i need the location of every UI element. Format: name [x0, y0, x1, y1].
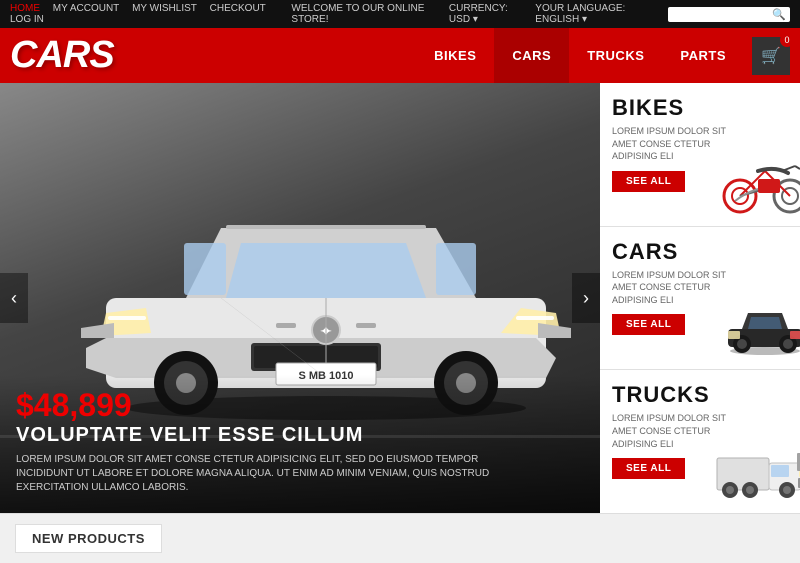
topbar-login[interactable]: LOG IN [10, 14, 44, 25]
topbar-account[interactable]: MY ACCOUNT [53, 3, 120, 14]
logo-text: CARS [10, 34, 114, 76]
sidebar-bikes-content: BIKES LOREM IPSUM DOLOR SITAMET CONSE CT… [600, 83, 800, 226]
trucks-see-all-button[interactable]: SEE ALL [612, 458, 685, 479]
sidebar-cars-content: CARS LOREM IPSUM DOLOR SITAMET CONSE CTE… [600, 227, 800, 370]
sidebar-bikes-desc: LOREM IPSUM DOLOR SITAMET CONSE CTETURAD… [612, 125, 788, 163]
bottom-section: NEW PRODUCTS [0, 513, 800, 563]
slider-next-button[interactable]: › [572, 273, 600, 323]
sidebar-trucks-title: TRUCKS [612, 382, 788, 408]
hero-price: $48,899 [16, 387, 584, 424]
search-input[interactable] [672, 9, 772, 20]
main-nav: BIKES CARS TRUCKS PARTS [416, 28, 744, 83]
sidebar-cars-title: CARS [612, 239, 788, 265]
cart-count: 0 [780, 33, 794, 47]
new-products-label: NEW PRODUCTS [15, 524, 162, 553]
sidebar-bikes-title: BIKES [612, 95, 788, 121]
sidebar-cars-section: CARS LOREM IPSUM DOLOR SITAMET CONSE CTE… [600, 227, 800, 371]
currency-selector[interactable]: CURRENCY: USD ▾ [449, 3, 527, 25]
topbar-links: HOME MY ACCOUNT MY WISHLIST CHECKOUT LOG… [10, 3, 291, 25]
search-box: 🔍 [668, 7, 790, 22]
bikes-see-all-button[interactable]: SEE ALL [612, 171, 685, 192]
topbar-right: WELCOME TO OUR ONLINE STORE! CURRENCY: U… [291, 3, 790, 25]
hero-slider: ✦ S MB 1010 [0, 83, 600, 513]
sidebar-trucks-section: TRUCKS LOREM IPSUM DOLOR SITAMET CONSE C… [600, 370, 800, 513]
nav-parts[interactable]: PARTS [662, 28, 744, 83]
topbar-home[interactable]: HOME [10, 3, 40, 14]
header: CARS BIKES CARS TRUCKS PARTS 🛒 0 [0, 28, 800, 83]
welcome-text: WELCOME TO OUR ONLINE STORE! [291, 3, 441, 25]
cart-button[interactable]: 🛒 0 [752, 37, 790, 75]
hero-title: VOLUPTATE VELIT ESSE CILLUM [16, 424, 584, 447]
nav-trucks[interactable]: TRUCKS [569, 28, 662, 83]
sidebar-trucks-desc: LOREM IPSUM DOLOR SITAMET CONSE CTETURAD… [612, 412, 788, 450]
nav-cars[interactable]: CARS [494, 28, 569, 83]
logo: CARS [10, 34, 416, 77]
slider-prev-button[interactable]: ‹ [0, 273, 28, 323]
language-selector[interactable]: YOUR LANGUAGE: ENGLISH ▾ [535, 3, 660, 25]
hero-description: LOREM IPSUM DOLOR SIT AMET CONSE CTETUR … [16, 453, 496, 495]
search-button[interactable]: 🔍 [772, 8, 786, 21]
sidebar-bikes-section: BIKES LOREM IPSUM DOLOR SITAMET CONSE CT… [600, 83, 800, 227]
hero-overlay: $48,899 VOLUPTATE VELIT ESSE CILLUM LORE… [0, 375, 600, 513]
main-content: ✦ S MB 1010 [0, 83, 800, 513]
sidebar: BIKES LOREM IPSUM DOLOR SITAMET CONSE CT… [600, 83, 800, 513]
sidebar-cars-desc: LOREM IPSUM DOLOR SITAMET CONSE CTETURAD… [612, 269, 788, 307]
nav-bikes[interactable]: BIKES [416, 28, 494, 83]
cars-see-all-button[interactable]: SEE ALL [612, 314, 685, 335]
topbar: HOME MY ACCOUNT MY WISHLIST CHECKOUT LOG… [0, 0, 800, 28]
sidebar-trucks-content: TRUCKS LOREM IPSUM DOLOR SITAMET CONSE C… [600, 370, 800, 513]
topbar-checkout[interactable]: CHECKOUT [210, 3, 266, 14]
topbar-wishlist[interactable]: MY WISHLIST [132, 3, 197, 14]
